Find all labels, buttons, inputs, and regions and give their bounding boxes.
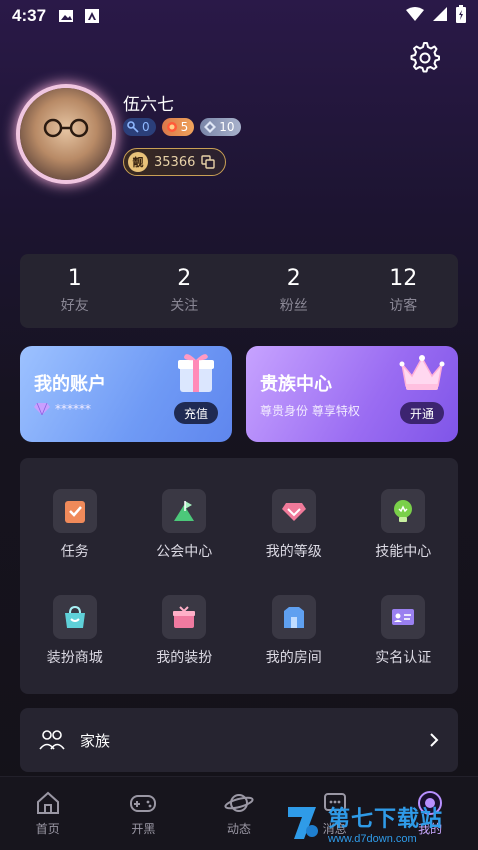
family-people-icon <box>39 730 65 750</box>
stat-label: 访客 <box>389 298 418 315</box>
stat-following[interactable]: 2 关注 <box>130 254 240 328</box>
noble-subtitle: 尊贵身份 尊享特权 <box>260 404 360 418</box>
gallery-icon <box>58 8 74 24</box>
status-bar: 4:37 <box>0 0 478 32</box>
grid-item-skill[interactable]: 技能中心 <box>349 472 459 578</box>
heart-level-icon <box>166 122 177 132</box>
function-grid: 任务 公会中心 我的等级 技能中心 装扮商城 我的装扮 我的房间 实名认证 <box>20 458 458 694</box>
tab-label: 首页 <box>35 822 60 836</box>
glasses-icon <box>43 118 89 138</box>
recharge-button[interactable]: 充值 <box>173 402 218 424</box>
key-icon <box>127 121 139 133</box>
stat-value: 2 <box>286 265 301 291</box>
tab-home[interactable]: 首页 <box>0 777 96 850</box>
grid-label: 技能中心 <box>375 544 432 560</box>
grid-label: 装扮商城 <box>46 650 103 666</box>
watermark-logo-icon <box>288 807 318 839</box>
tab-label: 动态 <box>226 822 251 836</box>
guild-flag-icon <box>162 489 207 533</box>
dress-box-icon <box>162 595 207 639</box>
grid-item-dress-shop[interactable]: 装扮商城 <box>20 578 130 684</box>
stat-label: 好友 <box>60 298 89 315</box>
shop-bag-icon <box>52 595 97 639</box>
watermark-title: 第七下载站 <box>328 807 444 832</box>
signal-icon <box>432 6 448 27</box>
activate-noble-button[interactable]: 开通 <box>399 402 444 424</box>
family-label: 家族 <box>80 731 111 750</box>
status-right <box>406 4 466 28</box>
watermark-url: www.d7down.com <box>328 833 417 845</box>
key-badge: 0 <box>123 118 156 136</box>
grid-label: 我的等级 <box>265 544 322 560</box>
gamepad-icon <box>130 795 157 812</box>
grid-item-real-name[interactable]: 实名认证 <box>349 578 459 684</box>
diamond-level-icon <box>204 121 217 133</box>
grid-item-my-room[interactable]: 我的房间 <box>239 578 349 684</box>
account-balance: ****** <box>34 402 91 416</box>
task-icon <box>52 489 97 533</box>
skill-bulb-icon <box>381 489 426 533</box>
status-time: 4:37 <box>12 6 47 25</box>
watermark: 第七下载站 www.d7down.com <box>282 796 478 850</box>
noble-center-card[interactable]: 贵族中心 尊贵身份 尊享特权 开通 <box>246 346 458 442</box>
app-notification-icon <box>84 8 100 24</box>
heart-level-value: 5 <box>180 120 189 134</box>
crown-icon <box>399 355 445 390</box>
balance-masked: ****** <box>55 402 91 416</box>
level-diamond-icon <box>271 489 316 533</box>
beauty-id-mark: 靓 <box>128 152 148 172</box>
heart-level-badge: 5 <box>161 118 195 136</box>
my-account-title: 我的账户 <box>34 374 106 395</box>
nickname: 伍六七 <box>123 95 174 115</box>
stats-panel: 1 好友 2 关注 2 粉丝 12 访客 <box>20 254 458 328</box>
tab-play[interactable]: 开黑 <box>96 777 192 850</box>
gift-box-icon <box>178 354 214 392</box>
diamond-level-badge: 10 <box>200 118 241 136</box>
grid-label: 任务 <box>60 544 89 560</box>
stat-value: 1 <box>67 265 82 291</box>
avatar[interactable] <box>20 88 112 180</box>
copy-icon[interactable] <box>201 155 216 169</box>
home-icon <box>36 791 59 814</box>
tab-label: 开黑 <box>131 822 156 836</box>
beauty-id[interactable]: 靓 35366 <box>123 148 227 176</box>
grid-label: 公会中心 <box>156 544 213 560</box>
grid-label: 我的装扮 <box>156 650 213 666</box>
stat-fans[interactable]: 2 粉丝 <box>239 254 349 328</box>
watermark-text: 第七下载站 www.d7down.com <box>328 801 443 845</box>
stat-label: 粉丝 <box>279 298 308 315</box>
gem-icon <box>34 403 50 415</box>
stat-visitors[interactable]: 12 访客 <box>349 254 459 328</box>
chevron-right-icon <box>430 733 439 747</box>
grid-label: 我的房间 <box>265 650 322 666</box>
settings-button[interactable] <box>408 40 442 74</box>
key-badge-value: 0 <box>142 120 150 134</box>
tab-moments[interactable]: 动态 <box>191 777 287 850</box>
stat-friends[interactable]: 1 好友 <box>20 254 130 328</box>
noble-center-title: 贵族中心 <box>260 374 332 395</box>
diamond-level-value: 10 <box>219 120 235 134</box>
beauty-id-number: 35366 <box>154 154 196 170</box>
grid-item-guild[interactable]: 公会中心 <box>130 472 240 578</box>
wifi-icon <box>406 6 424 27</box>
stat-label: 关注 <box>170 298 199 315</box>
grid-label: 实名认证 <box>375 650 432 666</box>
stat-value: 12 <box>389 265 418 291</box>
id-card-icon <box>381 595 426 639</box>
room-icon <box>271 595 316 639</box>
level-badges: 0 5 10 <box>123 118 241 136</box>
gear-icon <box>410 42 440 73</box>
my-account-card[interactable]: 我的账户 ****** 充值 <box>20 346 232 442</box>
battery-icon <box>456 4 466 28</box>
stat-value: 2 <box>177 265 192 291</box>
grid-item-task[interactable]: 任务 <box>20 472 130 578</box>
grid-item-my-dress[interactable]: 我的装扮 <box>130 578 240 684</box>
family-row[interactable]: 家族 <box>20 708 458 772</box>
grid-item-level[interactable]: 我的等级 <box>239 472 349 578</box>
planet-icon <box>224 794 254 812</box>
